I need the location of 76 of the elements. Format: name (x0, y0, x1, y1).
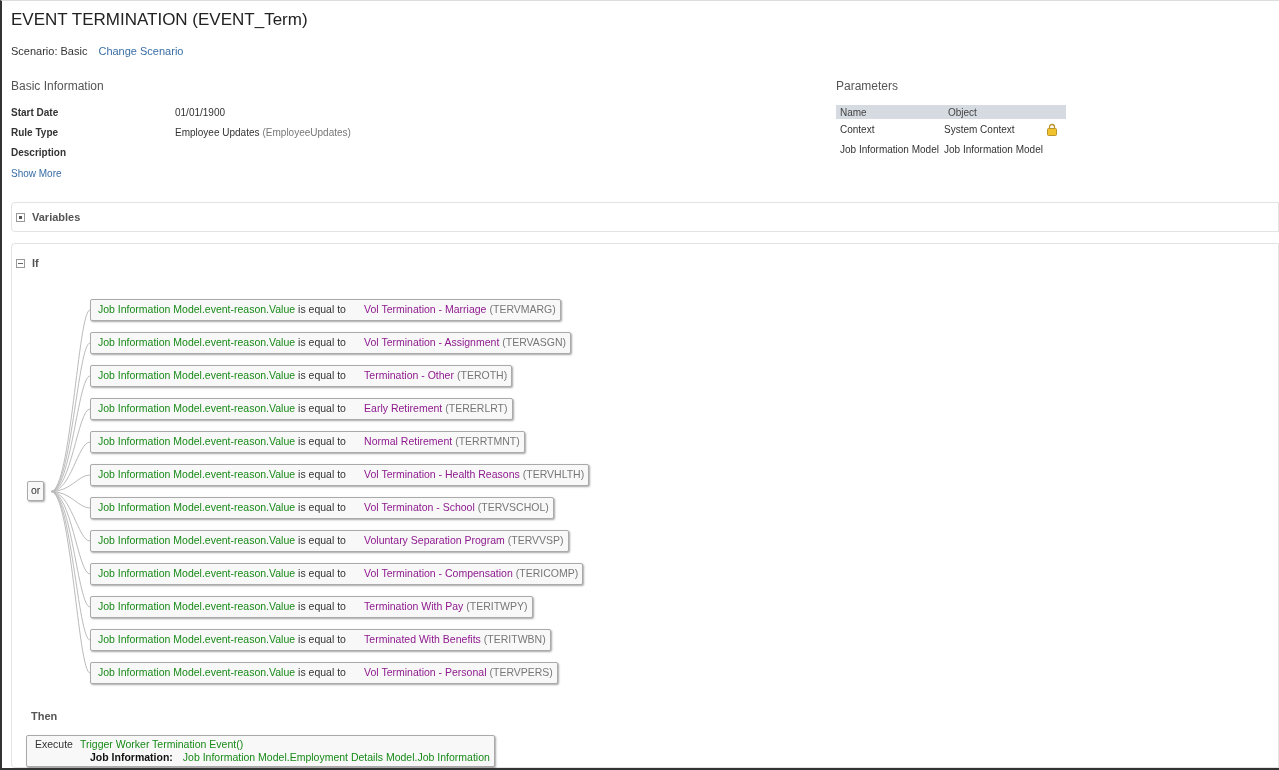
condition-value: Early Retirement (364, 400, 443, 416)
condition-field: Job Information Model.event-reason.Value (98, 400, 296, 417)
parameter-value: Job Information Model.Employment Details Model.Job Information (182, 751, 490, 764)
condition-operator: is equal to (298, 301, 347, 317)
table-cell-text: Context (839, 122, 876, 137)
condition-code: (TERVHLTH) (522, 466, 585, 482)
show-more-link[interactable]: Show More (11, 166, 62, 181)
condition-code: (TERRTMNT) (455, 433, 520, 449)
condition-code: (TERVSCHOL) (477, 499, 549, 515)
condition-value: Vol Termination - Health Reasons (364, 466, 520, 482)
condition-operator: is equal to (298, 400, 347, 416)
condition-field: Job Information Model.event-reason.Value (98, 301, 296, 318)
condition-value: Terminated With Benefits (364, 631, 481, 647)
condition-operator: is equal to (298, 631, 347, 647)
condition-operator: is equal to (298, 532, 347, 548)
condition-value: Vol Terminaton - School (364, 499, 475, 515)
condition-field: Job Information Model.event-reason.Value (98, 532, 296, 549)
column-header: Name (839, 105, 868, 120)
action-keyword: Execute (35, 738, 73, 751)
condition-field: Job Information Model.event-reason.Value (98, 664, 296, 681)
scenario-label: Scenario: Basic (11, 43, 88, 59)
condition-operator: is equal to (298, 598, 347, 614)
condition-code: (TERITWBN) (483, 631, 546, 647)
section-label: Then (31, 708, 59, 724)
condition-operator: is equal to (298, 499, 347, 515)
condition-field: Job Information Model.event-reason.Value (98, 334, 296, 351)
condition-code: (TERVASGN) (502, 334, 567, 350)
condition-field: Job Information Model.event-reason.Value (98, 433, 296, 450)
condition-field: Job Information Model.event-reason.Value (98, 367, 296, 384)
condition-value: Normal Retirement (364, 433, 453, 449)
condition-value: Vol Termination - Personal (364, 664, 487, 680)
section-heading: Parameters (836, 78, 899, 95)
condition-code: (TERITWPY) (466, 598, 528, 614)
collapse-icon[interactable] (16, 258, 25, 268)
condition-value: Vol Termination - Assignment (364, 334, 500, 350)
condition-field: Job Information Model.event-reason.Value (98, 631, 296, 648)
condition-value: Termination With Pay (364, 598, 464, 614)
table-cell-text: System Context (944, 122, 1016, 137)
condition-value: Termination - Other (364, 367, 454, 383)
field-label: Rule Type (11, 126, 60, 140)
condition-field: Job Information Model.event-reason.Value (98, 466, 296, 483)
condition-operator: is equal to (298, 433, 347, 449)
condition-code: (TERVVSP) (507, 532, 564, 548)
expand-icon[interactable] (16, 212, 25, 222)
condition-code: (TEROTH) (456, 367, 508, 383)
condition-code: (TERERLRT) (445, 400, 508, 416)
condition-operator: is equal to (298, 466, 347, 482)
page-title: EVENT TERMINATION (EVENT_Term) (11, 9, 308, 31)
condition-code: (TERVPERS) (489, 664, 553, 680)
condition-value: Vol Termination - Marriage (364, 301, 487, 317)
condition-field: Job Information Model.event-reason.Value (98, 499, 296, 516)
condition-code: (TERICOMP) (515, 565, 579, 581)
condition-operator: is equal to (298, 565, 347, 581)
condition-field: Job Information Model.event-reason.Value (98, 598, 296, 615)
condition-operator: is equal to (298, 367, 347, 383)
section-heading: Basic Information (11, 78, 104, 95)
section-label: Variables (32, 209, 81, 225)
condition-operator: is equal to (298, 664, 347, 680)
change-scenario-link[interactable]: Change Scenario (98, 42, 184, 59)
condition-operator: is equal to (298, 334, 347, 350)
condition-value: Vol Termination - Compensation (364, 565, 513, 581)
table-cell-text: Job Information Model (839, 142, 940, 157)
or-operator-box: or (27, 481, 45, 501)
action-function: Trigger Worker Termination Event() (79, 738, 244, 751)
field-label: Start Date (11, 106, 60, 120)
condition-code: (TERVMARG) (489, 301, 556, 317)
field-value: 01/01/1900 (175, 106, 226, 120)
field-label: Description (11, 146, 67, 160)
field-code: (EmployeeUpdates) (262, 126, 351, 140)
section-label: If (32, 256, 39, 271)
condition-value: Voluntary Separation Program (364, 532, 505, 548)
table-cell-text: Job Information Model (944, 142, 1044, 157)
field-value: Employee Updates (175, 126, 260, 140)
column-header: Object (947, 105, 978, 120)
condition-field: Job Information Model.event-reason.Value (98, 565, 296, 582)
parameter-label: Job Information: (90, 751, 173, 764)
